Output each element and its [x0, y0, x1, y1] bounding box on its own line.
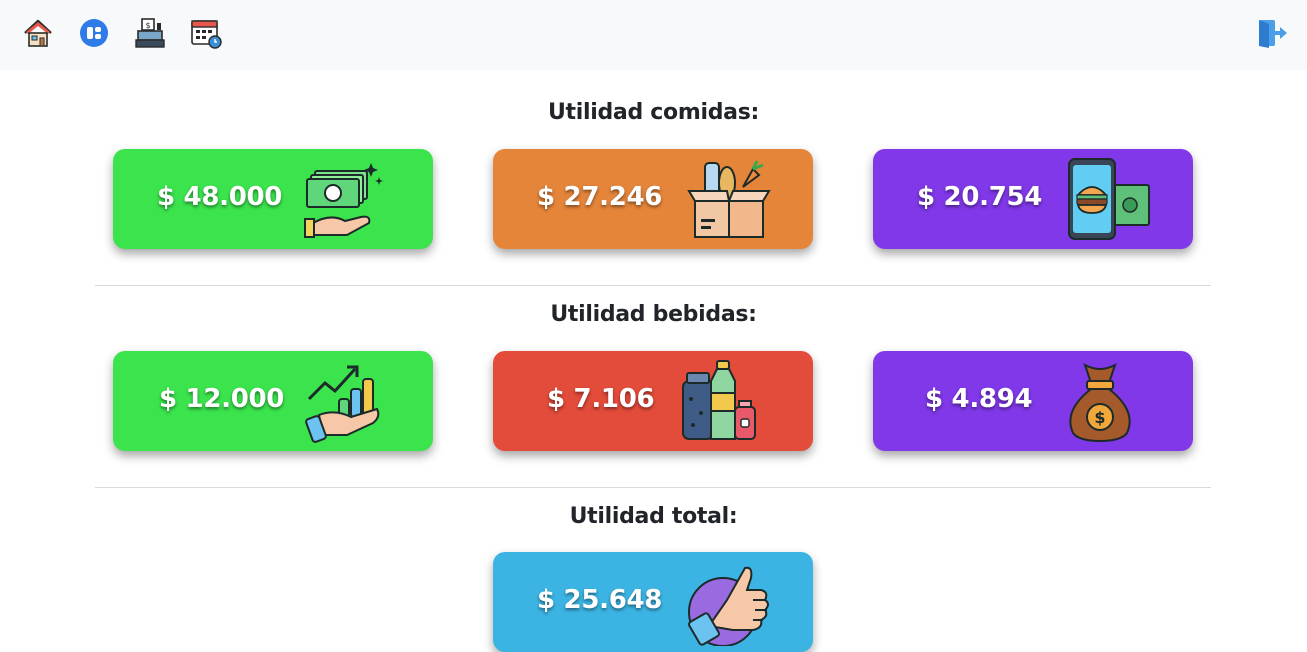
section-divider	[95, 487, 1211, 488]
logout-icon[interactable]	[1256, 17, 1288, 49]
amount-value: $ 12.000	[159, 384, 285, 414]
svg-text:$: $	[1094, 408, 1105, 427]
amount-value: $ 20.754	[917, 182, 1043, 212]
money-bag-icon: $	[1057, 359, 1143, 445]
thumbs-up-icon	[687, 560, 773, 646]
money-hand-icon	[301, 157, 387, 243]
card-bebidas-ganancia: $ 4.894 $	[873, 351, 1193, 451]
house-icon[interactable]	[22, 17, 54, 49]
card-comidas-ganancia: $ 20.754	[873, 149, 1193, 249]
svg-text:$: $	[145, 21, 150, 30]
dashboard-icon[interactable]	[78, 17, 110, 49]
section-title-total: Utilidad total:	[569, 504, 738, 529]
amount-value: $ 7.106	[547, 384, 655, 414]
amount-value: $ 4.894	[925, 384, 1033, 414]
phone-burger-icon	[1067, 157, 1153, 243]
amount-value: $ 25.648	[537, 585, 663, 615]
top-navbar: $	[0, 0, 1307, 70]
cash-register-icon[interactable]: $	[134, 17, 166, 49]
card-bebidas-costo: $ 7.106	[493, 351, 813, 451]
card-comidas-total: $ 48.000	[113, 149, 433, 249]
amount-value: $ 48.000	[157, 182, 283, 212]
card-comidas-costo: $ 27.246	[493, 149, 813, 249]
card-bebidas-total: $ 12.000	[113, 351, 433, 451]
grocery-box-icon	[687, 157, 773, 243]
card-total: $ 25.648	[493, 552, 813, 652]
amount-value: $ 27.246	[537, 182, 663, 212]
drinks-bottles-icon	[677, 359, 763, 445]
section-title-bebidas: Utilidad bebidas:	[550, 302, 757, 327]
section-divider	[95, 285, 1211, 286]
calendar-icon[interactable]	[190, 17, 222, 49]
section-title-comidas: Utilidad comidas:	[547, 100, 759, 125]
growth-chart-hand-icon	[301, 359, 387, 445]
